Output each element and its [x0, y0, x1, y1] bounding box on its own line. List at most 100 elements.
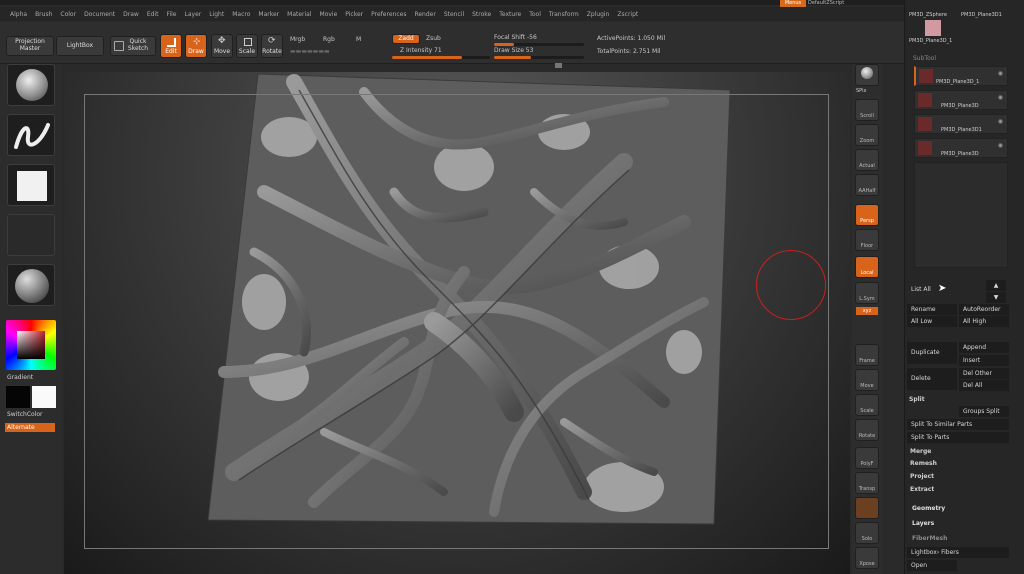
draw-button[interactable]: ⊹ Draw [185, 34, 207, 58]
scale-button[interactable]: Scale [236, 34, 258, 58]
secondary-color-swatch[interactable] [6, 386, 30, 408]
aahalf-button[interactable]: AAHalf [855, 174, 879, 196]
draw-size-slider[interactable]: Draw Size 53 [494, 47, 533, 54]
menu-picker[interactable]: Picker [341, 11, 367, 18]
texture-thumbnail[interactable] [7, 214, 55, 256]
duplicate-button[interactable]: Duplicate [907, 342, 957, 364]
lsym-button[interactable]: L.Sym [855, 282, 879, 304]
layers-section[interactable]: Layers [912, 520, 934, 527]
menu-edit[interactable]: Edit [143, 11, 163, 18]
draw-size-track[interactable] [494, 56, 584, 59]
actual-button[interactable]: Actual [855, 149, 879, 171]
menu-marker[interactable]: Marker [254, 11, 283, 18]
move-down-button[interactable]: ▼ [986, 292, 1006, 303]
z-intensity-slider[interactable]: Z Intensity 71 [400, 47, 442, 54]
menu-color[interactable]: Color [56, 11, 80, 18]
split-section[interactable]: Split [909, 396, 925, 403]
color-picker[interactable] [6, 320, 56, 370]
insert-button[interactable]: Insert [959, 355, 1009, 366]
menu-stencil[interactable]: Stencil [440, 11, 468, 18]
switch-color-button[interactable]: SwitchColor [7, 411, 43, 418]
main-color-swatch[interactable] [32, 386, 56, 408]
scroll-button[interactable]: Scroll [855, 99, 879, 121]
subtool-item-1-eye-icon[interactable]: ◉ [998, 70, 1003, 77]
zoom-button[interactable]: Zoom [855, 124, 879, 146]
open-button[interactable]: Open [907, 560, 957, 571]
edit-button[interactable]: Edit [160, 34, 182, 58]
menu-draw[interactable]: Draw [119, 11, 143, 18]
gradient-toggle[interactable]: Gradient [7, 374, 33, 381]
transp-button[interactable]: Transp [855, 472, 879, 494]
split-to-parts-button[interactable]: Split To Parts [907, 432, 1009, 443]
menu-file[interactable]: File [162, 11, 180, 18]
subtool-header[interactable]: SubTool [913, 55, 936, 62]
geometry-section[interactable]: Geometry [912, 505, 945, 512]
subtool-item-3-eye-icon[interactable]: ◉ [998, 118, 1003, 125]
quick-sketch-button[interactable]: Quick Sketch [110, 36, 156, 56]
stroke-thumbnail[interactable] [7, 114, 55, 156]
menu-alpha[interactable]: Alpha [6, 11, 31, 18]
z-intensity-track[interactable] [392, 56, 490, 59]
groups-split-button[interactable]: Groups Split [959, 406, 1009, 417]
move-button[interactable]: ✥ Move [211, 34, 233, 58]
solo-button[interactable]: Solo [855, 522, 879, 544]
auto-reorder-button[interactable]: AutoReorder [959, 304, 1009, 315]
menu-macro[interactable]: Macro [228, 11, 254, 18]
alpha-thumbnail[interactable] [7, 164, 55, 206]
menus-button[interactable]: Menus [780, 0, 806, 7]
xpose-button[interactable]: Xpose [855, 547, 879, 569]
menu-layer[interactable]: Layer [181, 11, 206, 18]
all-low-button[interactable]: All Low [907, 316, 957, 327]
rgb-toggle[interactable]: Rgb [323, 36, 335, 43]
floor-button[interactable]: Floor [855, 229, 879, 251]
lightbox-fibers-button[interactable]: Lightbox› Fibers [907, 547, 1009, 558]
menu-texture[interactable]: Texture [495, 11, 525, 18]
extract-section[interactable]: Extract [910, 486, 934, 493]
menu-movie[interactable]: Movie [316, 11, 342, 18]
remesh-section[interactable]: Remesh [910, 460, 937, 467]
ghost-button[interactable] [855, 497, 879, 519]
zadd-button[interactable]: Zadd [392, 34, 420, 44]
menu-transform[interactable]: Transform [545, 11, 583, 18]
frame-button[interactable]: Frame [855, 344, 879, 366]
del-all-button[interactable]: Del All [959, 380, 1009, 391]
menu-preferences[interactable]: Preferences [367, 11, 410, 18]
spix-button[interactable] [855, 64, 879, 86]
all-high-button[interactable]: All High [959, 316, 1009, 327]
alternate-button[interactable]: Alternate [5, 423, 55, 432]
rotate-button[interactable]: ⟳ Rotate [261, 34, 283, 58]
move-view-button[interactable]: Move [855, 369, 879, 391]
projection-master-button[interactable]: Projection Master [6, 36, 54, 56]
local-button[interactable]: Local [855, 256, 879, 278]
focal-shift-slider[interactable]: Focal Shift -56 [494, 34, 537, 41]
fibermesh-section[interactable]: FiberMesh [912, 535, 947, 542]
tool-thumbnail[interactable] [925, 20, 941, 36]
project-section[interactable]: Project [910, 473, 934, 480]
subtool-item-2[interactable]: ◉ PM3D_Plane3D [914, 90, 1008, 110]
subtool-item-1[interactable]: ◉ PM3D_Plane3D_1 [914, 66, 1008, 86]
menu-zscript[interactable]: Zscript [613, 11, 642, 18]
lightbox-button[interactable]: LightBox [56, 36, 104, 56]
subtool-item-4-eye-icon[interactable]: ◉ [998, 142, 1003, 149]
del-other-button[interactable]: Del Other [959, 368, 1009, 379]
material-thumbnail[interactable] [7, 264, 55, 306]
subtool-item-4[interactable]: ◉ PM3D_Plane3D [914, 138, 1008, 158]
m-toggle[interactable]: M [356, 36, 361, 43]
menu-tool[interactable]: Tool [525, 11, 545, 18]
brush-thumbnail[interactable] [7, 64, 55, 106]
mrgb-toggle[interactable]: Mrgb [290, 36, 305, 43]
menu-document[interactable]: Document [80, 11, 119, 18]
xyz-button[interactable]: xyz [856, 307, 878, 315]
delete-button[interactable]: Delete [907, 368, 957, 390]
rotate-view-button[interactable]: Rotate [855, 419, 879, 441]
menu-zplugin[interactable]: Zplugin [583, 11, 614, 18]
viewport-handle[interactable] [555, 63, 562, 68]
persp-button[interactable]: Persp [855, 204, 879, 226]
menu-brush[interactable]: Brush [31, 11, 56, 18]
menu-stroke[interactable]: Stroke [468, 11, 495, 18]
append-button[interactable]: Append [959, 342, 1009, 353]
move-up-button[interactable]: ▲ [986, 280, 1006, 291]
zsub-button[interactable]: Zsub [426, 35, 441, 42]
merge-section[interactable]: Merge [910, 448, 931, 455]
polyf-button[interactable]: PolyF [855, 447, 879, 469]
